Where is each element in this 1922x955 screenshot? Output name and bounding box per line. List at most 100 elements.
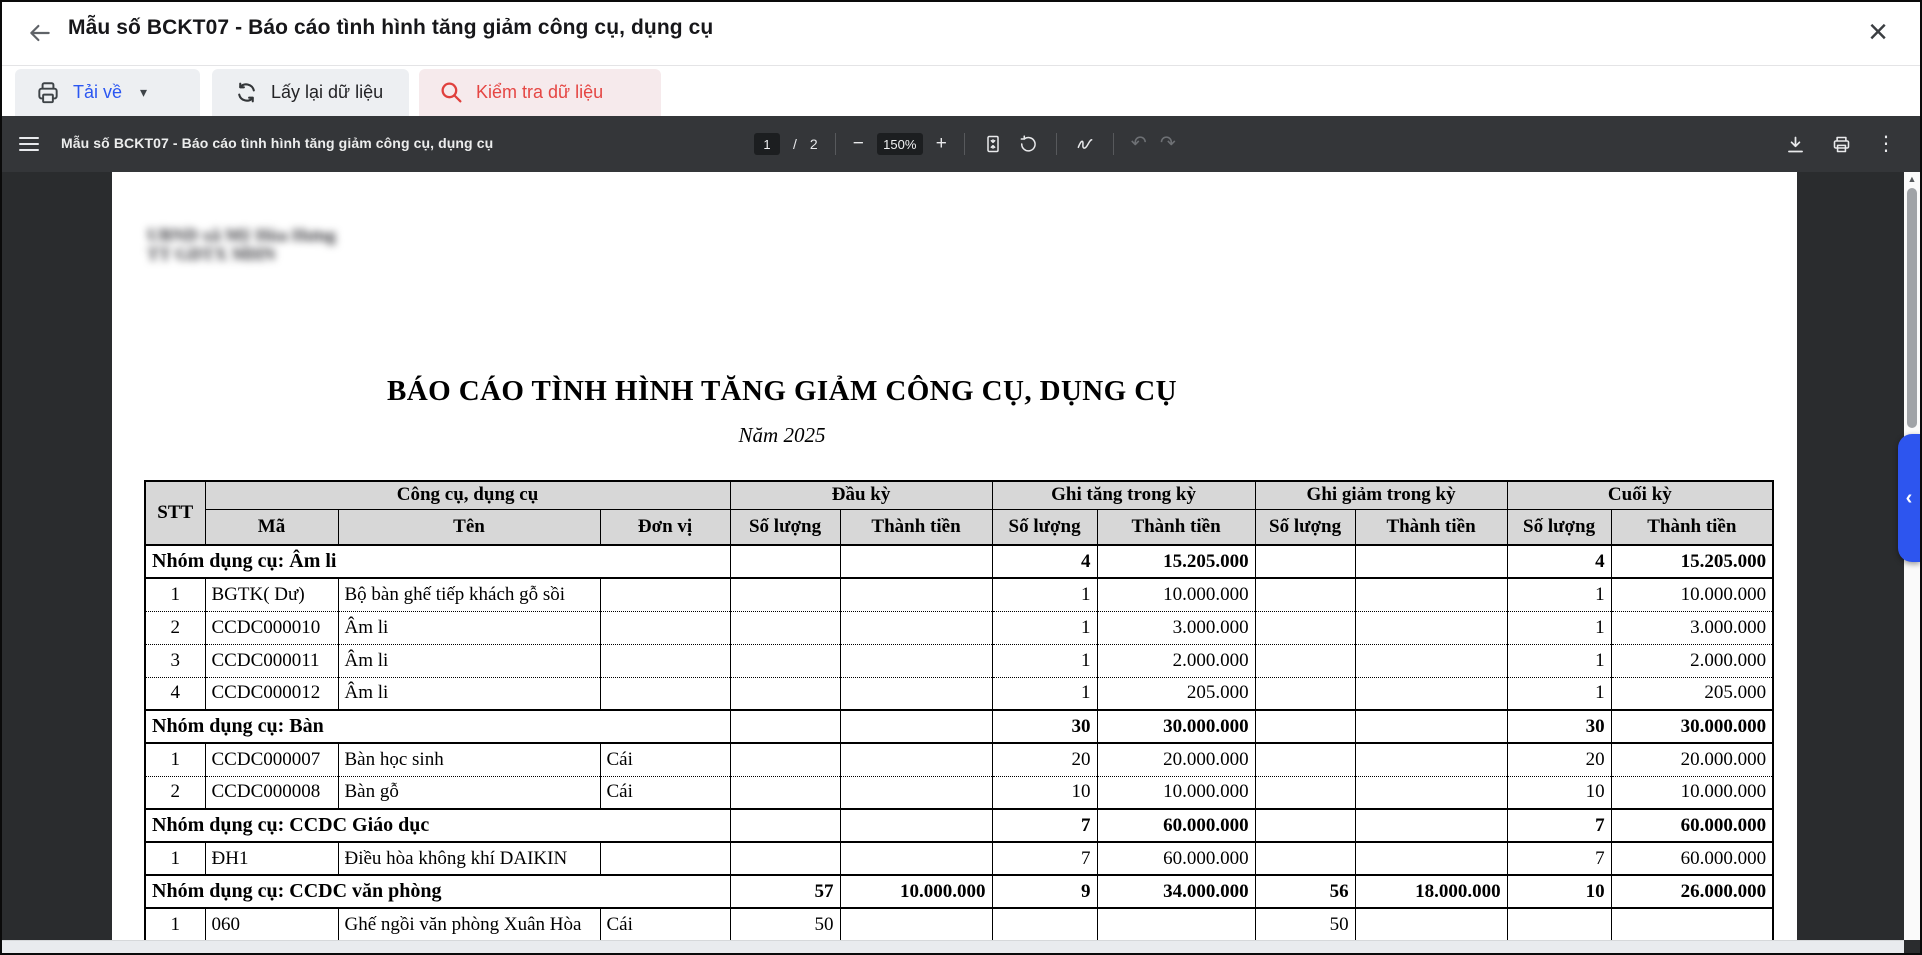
col-cuoi-ky: Cuối kỳ — [1507, 481, 1773, 509]
app-top-bar: Mẫu số BCKT07 - Báo cáo tình hình tăng g… — [2, 2, 1920, 66]
col-thanh-tien: Thành tiền — [1097, 509, 1255, 545]
cell-ten: Âm li — [338, 644, 600, 677]
cell-gt-tt: 205.000 — [1097, 677, 1255, 710]
cell-ck-sl: 20 — [1507, 743, 1611, 776]
pdf-download-button[interactable] — [1784, 133, 1806, 155]
letterhead-line-2: TT GDTX MHN — [147, 245, 336, 264]
pdf-toolbar-right: ⋮ — [1784, 116, 1896, 172]
cell-dk-tt — [840, 611, 992, 644]
cell-gt-tt: 60.000.000 — [1097, 809, 1255, 842]
cell-dk-sl — [730, 776, 840, 809]
undo-button[interactable]: ↶ — [1131, 133, 1147, 155]
reload-data-button[interactable]: Lấy lại dữ liệu — [212, 69, 409, 116]
cell-dk-tt — [840, 776, 992, 809]
col-thanh-tien: Thành tiền — [1611, 509, 1773, 545]
cell-stt: 2 — [145, 611, 205, 644]
cell-dk-sl: 50 — [730, 908, 840, 941]
rotate-button[interactable] — [1017, 133, 1039, 155]
page-number-input[interactable] — [754, 133, 780, 155]
download-report-button[interactable]: Tải về ▾ — [15, 69, 200, 116]
cell-gt-sl — [992, 908, 1097, 941]
back-button[interactable] — [24, 17, 56, 49]
horizontal-scrollbar[interactable] — [2, 940, 1904, 953]
cell-gg-tt — [1355, 677, 1507, 710]
cell-ck-sl: 10 — [1507, 875, 1611, 908]
cell-gg-sl — [1255, 677, 1355, 710]
zoom-out-button[interactable]: − — [853, 133, 864, 155]
cell-gg-tt — [1355, 710, 1507, 743]
cell-gg-tt — [1355, 578, 1507, 611]
cell-gt-tt: 60.000.000 — [1097, 842, 1255, 875]
group-row: Nhóm dụng cụ: CCDC văn phòng5710.000.000… — [145, 875, 1773, 908]
scroll-up-icon[interactable]: ▲ — [1904, 174, 1920, 184]
cell-gg-tt — [1355, 644, 1507, 677]
pdf-toolbar: Mẫu số BCKT07 - Báo cáo tình hình tăng g… — [2, 116, 1920, 172]
cell-gg-tt — [1355, 809, 1507, 842]
cell-dk-sl — [730, 545, 840, 578]
printer-icon — [35, 80, 61, 106]
cell-dk-tt — [840, 842, 992, 875]
back-arrow-icon — [27, 20, 53, 46]
caret-down-icon[interactable]: ▾ — [140, 84, 147, 101]
redo-button[interactable]: ↷ — [1160, 133, 1176, 155]
rotate-icon — [1018, 134, 1038, 154]
col-thanh-tien: Thành tiền — [840, 509, 992, 545]
cell-dk-sl — [730, 842, 840, 875]
pdf-document-title: Mẫu số BCKT07 - Báo cáo tình hình tăng g… — [61, 135, 493, 151]
cell-ck-sl: 30 — [1507, 710, 1611, 743]
cell-dk-sl: 57 — [730, 875, 840, 908]
cell-dk-tt — [840, 710, 992, 743]
cell-gg-sl — [1255, 743, 1355, 776]
cell-ma: CCDC000011 — [205, 644, 338, 677]
cell-ten: Ghế ngồi văn phòng Xuân Hòa — [338, 908, 600, 941]
cell-ck-tt: 60.000.000 — [1611, 809, 1773, 842]
cell-gg-sl — [1255, 611, 1355, 644]
zoom-level-input[interactable] — [877, 133, 923, 155]
cell-stt: 3 — [145, 644, 205, 677]
draw-pen-icon — [1075, 134, 1095, 154]
cell-donvi — [600, 611, 730, 644]
cell-dk-sl — [730, 611, 840, 644]
pdf-print-button[interactable] — [1830, 133, 1852, 155]
cell-gt-tt: 15.205.000 — [1097, 545, 1255, 578]
cell-gt-sl: 1 — [992, 644, 1097, 677]
cell-stt: 4 — [145, 677, 205, 710]
group-row: Nhóm dụng cụ: Âm li415.205.000415.205.00… — [145, 545, 1773, 578]
more-options-button[interactable]: ⋮ — [1876, 133, 1896, 155]
toolbar-divider — [1113, 133, 1114, 155]
reload-label: Lấy lại dữ liệu — [271, 82, 383, 103]
cell-ck-tt: 10.000.000 — [1611, 776, 1773, 809]
cell-ma: ĐH1 — [205, 842, 338, 875]
col-ma: Mã — [205, 509, 338, 545]
cell-gg-tt — [1355, 842, 1507, 875]
cell-dk-sl — [730, 809, 840, 842]
cell-gt-sl: 20 — [992, 743, 1097, 776]
action-toolbar: Tải về ▾ Lấy lại dữ liệu Kiểm tra dữ liệ… — [2, 67, 1920, 116]
cell-ten: Âm li — [338, 677, 600, 710]
cell-group-label: Nhóm dụng cụ: Bàn — [145, 710, 730, 743]
cell-donvi: Cái — [600, 743, 730, 776]
collapse-panel-tab[interactable]: ‹ — [1898, 434, 1920, 562]
cell-stt: 1 — [145, 908, 205, 941]
cell-donvi — [600, 644, 730, 677]
check-data-button[interactable]: Kiểm tra dữ liệu — [419, 69, 661, 116]
item-row: 3CCDC000011Âm li12.000.00012.000.000 — [145, 644, 1773, 677]
page-total: 2 — [810, 136, 818, 152]
header-row-2: Mã Tên Đơn vị Số lượng Thành tiền Số lượ… — [145, 509, 1773, 545]
cell-donvi — [600, 677, 730, 710]
col-dau-ky: Đầu kỳ — [730, 481, 992, 509]
fit-to-page-button[interactable] — [982, 133, 1004, 155]
cell-gt-tt: 30.000.000 — [1097, 710, 1255, 743]
cell-ma: CCDC000010 — [205, 611, 338, 644]
scrollbar-thumb[interactable] — [1907, 188, 1917, 428]
item-row: 2CCDC000008Bàn gỗCái1010.000.0001010.000… — [145, 776, 1773, 809]
group-row: Nhóm dụng cụ: Bàn3030.000.0003030.000.00… — [145, 710, 1773, 743]
cell-gg-sl — [1255, 545, 1355, 578]
cell-ck-tt: 15.205.000 — [1611, 545, 1773, 578]
page-separator: / — [793, 136, 797, 152]
close-button[interactable]: × — [1860, 12, 1896, 52]
annotate-button[interactable] — [1074, 133, 1096, 155]
cell-ck-tt: 60.000.000 — [1611, 842, 1773, 875]
menu-icon[interactable] — [16, 132, 42, 156]
zoom-in-button[interactable]: + — [936, 133, 947, 155]
